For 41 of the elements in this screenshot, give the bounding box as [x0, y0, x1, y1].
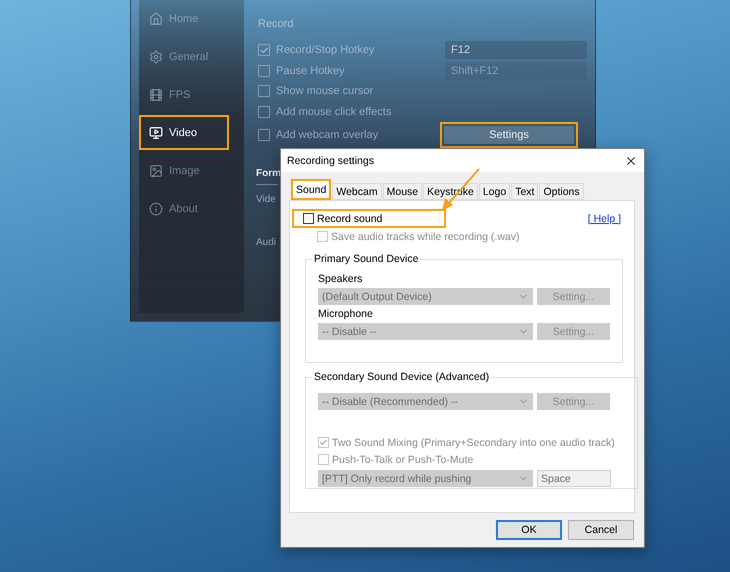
field-label: Speakers [318, 273, 364, 287]
section-tab[interactable]: Form [256, 168, 278, 185]
checkbox-option[interactable]: Record/Stop Hotkey [256, 40, 374, 60]
tab[interactable]: Text [511, 183, 538, 200]
settings-button[interactable]: Settings [440, 122, 578, 148]
image-icon [149, 164, 163, 178]
info-icon [149, 202, 163, 216]
sidebar-item[interactable]: Home [139, 1, 229, 36]
sidebar-item[interactable]: FPS [139, 77, 229, 112]
monitor-play-icon [149, 126, 163, 140]
tab[interactable]: Mouse [382, 183, 422, 200]
checkbox-option[interactable]: Add mouse click effects [256, 102, 392, 122]
checkbox-option[interactable]: Show mouse cursor [256, 81, 374, 102]
sidebar-item[interactable]: Video [139, 115, 229, 150]
field-label: Microphone [318, 308, 374, 322]
field-label: Audi [256, 237, 276, 248]
checkbox[interactable] [303, 213, 314, 224]
window-title: Recording settings [287, 154, 374, 166]
gear-icon [149, 50, 163, 64]
sidebar-item[interactable]: About [139, 191, 229, 226]
group-title: Secondary Sound Device (Advanced) [313, 371, 490, 383]
hotkey-field[interactable]: F12 [445, 41, 587, 60]
sidebar-item[interactable]: General [139, 39, 229, 74]
check-icon [260, 46, 268, 55]
help-link[interactable]: [ Help ] [588, 212, 621, 224]
check-icon [319, 438, 328, 447]
checkbox-option[interactable]: Pause Hotkey [256, 60, 344, 81]
dialog-button[interactable]: OK [496, 520, 562, 540]
house-icon [149, 12, 163, 26]
field-label: Vide [256, 194, 276, 205]
tab[interactable]: Options [539, 183, 584, 200]
tab[interactable]: Logo [478, 183, 510, 200]
dialog-button[interactable]: Cancel [568, 520, 634, 540]
film-icon [149, 88, 163, 102]
tab[interactable]: Sound [291, 179, 332, 200]
checkbox-option[interactable]: Add webcam overlay [256, 124, 378, 146]
group-title: Primary Sound Device [313, 253, 420, 265]
section-title: Record [257, 18, 294, 32]
sidebar-item[interactable]: Image [139, 153, 229, 188]
tab[interactable]: Webcam [332, 183, 382, 200]
checkbox-option[interactable]: Record sound [292, 209, 446, 228]
